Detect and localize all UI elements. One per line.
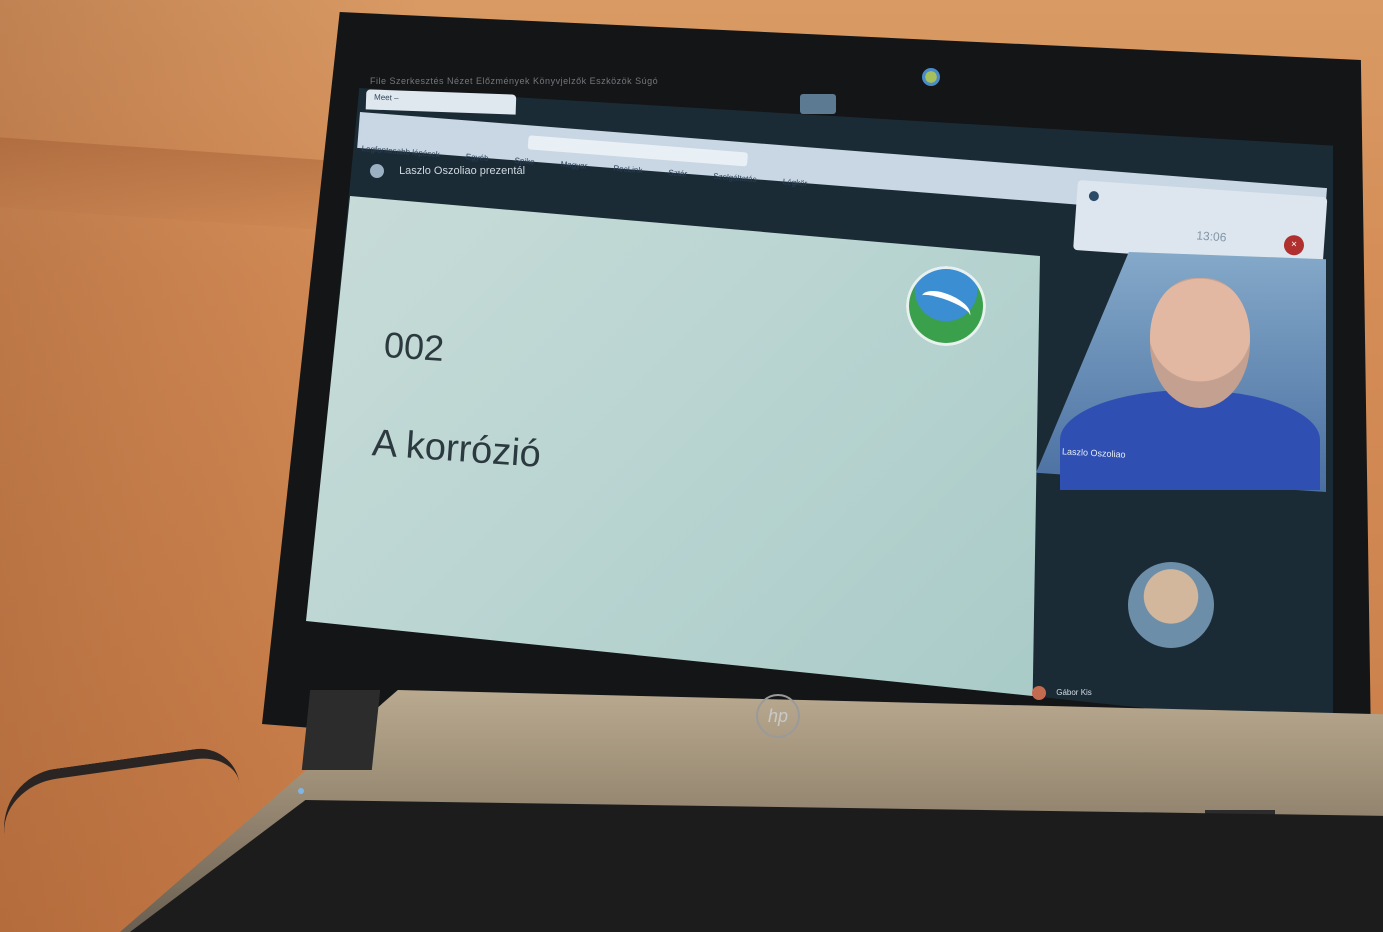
participant-name-second: Gábor Kis	[1056, 688, 1092, 698]
bookmark-item[interactable]: Sztár	[668, 168, 687, 178]
participant-face	[1150, 278, 1250, 408]
organization-logo-icon	[906, 266, 986, 346]
notification-time: 13:06	[1195, 228, 1227, 245]
os-top-bar: File Szerkesztés Nézet Előzmények Könyvj…	[340, 56, 1340, 114]
power-led	[298, 788, 304, 794]
notification-icon	[1088, 190, 1100, 202]
bookmark-item[interactable]: Egyéb	[466, 152, 489, 163]
bookmark-item[interactable]: Légkör	[782, 177, 807, 188]
presenter-avatar	[370, 164, 384, 178]
network-icon[interactable]	[922, 68, 940, 86]
presenting-label: Laszlo Oszoliao prezentál	[399, 164, 526, 177]
participant-avatar-second[interactable]	[1128, 562, 1214, 648]
bookmark-item[interactable]: RecLink	[613, 164, 643, 175]
tray-icon[interactable]	[800, 94, 836, 114]
os-menu-text: File Szerkesztés Nézet Előzmények Könyvj…	[370, 76, 659, 86]
keyboard	[130, 800, 1383, 932]
participant-mini-avatar	[1032, 686, 1046, 700]
bookmark-item[interactable]: Magyar	[560, 160, 587, 171]
hp-logo-icon: hp	[756, 694, 800, 738]
browser-tab-title: Meet –	[373, 92, 399, 103]
slide-number: 002	[382, 323, 446, 370]
close-icon[interactable]: ×	[1283, 234, 1305, 256]
left-hinge	[301, 690, 381, 770]
presenter-header: Laszlo Oszoliao prezentál	[370, 164, 525, 178]
participant-name-second-row: Gábor Kis	[1032, 686, 1092, 700]
